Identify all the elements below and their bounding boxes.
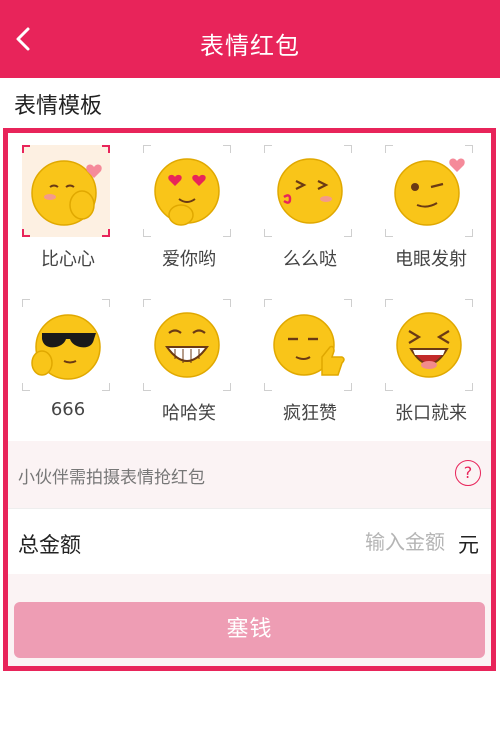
sunglasses-emoji-icon	[31, 314, 101, 380]
sticker-label: 比心心	[41, 249, 95, 270]
help-icon[interactable]: ?	[455, 460, 481, 486]
sticker-label: 么么哒	[283, 249, 337, 270]
sticker-label: 哈哈笑	[162, 403, 216, 424]
submit-button[interactable]: 塞钱	[14, 602, 485, 658]
sticker-item[interactable]: 电眼发射	[371, 133, 491, 287]
hint-bar: 小伙伴需拍摄表情抢红包 ?	[8, 441, 491, 508]
header-bar: 表情红包	[0, 0, 500, 78]
sticker-label: 张口就来	[395, 403, 467, 424]
hint-text: 小伙伴需拍摄表情抢红包	[18, 468, 205, 488]
sticker-item[interactable]: 张口就来	[371, 287, 491, 441]
kiss-emoji-icon	[277, 158, 343, 224]
sticker-label: 爱你哟	[162, 249, 216, 270]
wink-emoji-icon	[394, 158, 465, 226]
amount-row: 总金额 元	[8, 508, 491, 574]
thumbs-up-emoji-icon	[273, 314, 345, 376]
section-title: 表情模板	[14, 94, 103, 119]
page-title: 表情红包	[200, 32, 300, 60]
sticker-item[interactable]: 爱你哟	[129, 133, 249, 287]
laughing-emoji-icon	[154, 312, 220, 378]
heart-finger-emoji-icon	[31, 160, 102, 226]
sticker-item[interactable]: 666	[8, 287, 128, 441]
amount-label: 总金额	[18, 533, 81, 557]
open-mouth-laugh-emoji-icon	[396, 312, 462, 378]
sticker-grid: 比心心 爱你哟 么么哒 电眼发射 666 哈哈笑 疯狂赞 张口就来	[8, 133, 491, 441]
sticker-item[interactable]: 么么哒	[250, 133, 370, 287]
heart-eyes-emoji-icon	[154, 158, 220, 226]
sticker-item[interactable]: 比心心	[8, 133, 128, 287]
sticker-item[interactable]: 疯狂赞	[250, 287, 370, 441]
amount-input[interactable]	[265, 525, 445, 559]
sticker-label: 疯狂赞	[283, 403, 337, 424]
action-area: 塞钱	[8, 574, 491, 666]
sticker-item[interactable]: 哈哈笑	[129, 287, 249, 441]
sticker-panel: 比心心 爱你哟 么么哒 电眼发射 666 哈哈笑 疯狂赞 张口就来 小伙伴需拍摄…	[3, 128, 496, 671]
sticker-label: 电眼发射	[395, 249, 467, 270]
currency-unit: 元	[458, 533, 479, 557]
sticker-label: 666	[50, 399, 86, 420]
